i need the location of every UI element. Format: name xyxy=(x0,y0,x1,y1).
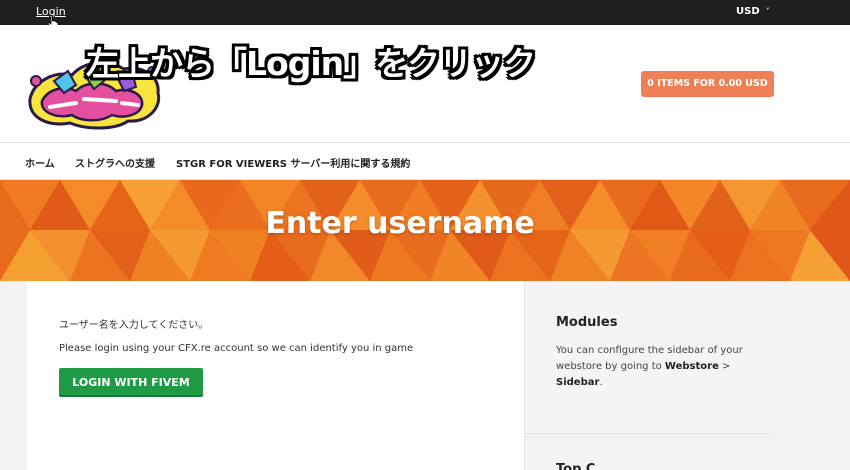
page-title: Enter username xyxy=(265,206,535,241)
main-content: ユーザー名を入力してください。 Please login using your … xyxy=(27,281,524,470)
top-bar: Login USD ˅ xyxy=(0,0,850,31)
login-message: Please login using your CFX.re account s… xyxy=(59,343,414,354)
page-banner: Enter username xyxy=(0,180,850,281)
modules-text: You can configure the sidebar of your we… xyxy=(556,343,746,391)
main-nav: ホーム ストグラへの支援 STGR FOR VIEWERS サーバー利用に関する… xyxy=(0,143,850,180)
login-with-fivem-button[interactable]: LOGIN WITH FIVEM xyxy=(59,368,203,397)
sidebar-divider xyxy=(525,433,771,434)
sidebar: Modules You can configure the sidebar of… xyxy=(524,281,771,470)
chevron-down-icon: ˅ xyxy=(765,7,770,16)
currency-selector[interactable]: USD ˅ xyxy=(736,6,770,17)
modules-title: Modules xyxy=(556,315,618,330)
sidebar-label: Sidebar xyxy=(556,377,600,388)
next-module-title: Top C xyxy=(556,462,596,470)
store-header: 左上から「Login」をクリック 0 ITEMS FOR 0.00 USD xyxy=(0,25,850,143)
nav-item-support[interactable]: ストグラへの支援 xyxy=(75,155,155,170)
currency-label: USD xyxy=(736,6,760,17)
username-instruction: ユーザー名を入力してください。 xyxy=(59,320,209,331)
webstore-label: Webstore xyxy=(664,361,719,372)
nav-item-home[interactable]: ホーム xyxy=(25,155,55,170)
modules-text-end: . xyxy=(599,377,603,388)
nav-item-terms[interactable]: STGR FOR VIEWERS サーバー利用に関する規約 xyxy=(176,155,410,170)
breadcrumb-separator: > xyxy=(718,361,731,372)
cart-button[interactable]: 0 ITEMS FOR 0.00 USD xyxy=(641,71,774,97)
tutorial-overlay-caption: 左上から「Login」をクリック xyxy=(86,44,536,83)
